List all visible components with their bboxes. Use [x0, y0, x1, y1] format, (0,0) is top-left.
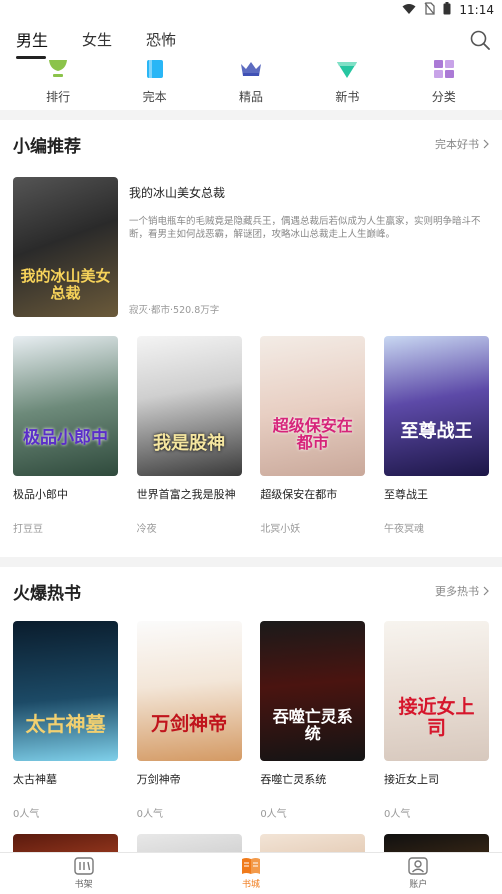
book-card[interactable]: 至尊战王 至尊战王 午夜冥魂: [383, 336, 489, 535]
hot-section: 火爆热书 更多热书 太古神墓 太古神墓 0人气 万剑神帝 万剑神帝 0人气 吞噬…: [0, 567, 502, 874]
diamond-icon: [335, 60, 359, 84]
book-author: 0人气: [136, 809, 164, 820]
more-link-label: 更多热书: [435, 585, 479, 598]
tab-male[interactable]: 男生: [16, 27, 48, 59]
category-label: 分类: [431, 90, 456, 104]
search-icon[interactable]: [470, 30, 490, 54]
book-card[interactable]: 吞噬亡灵系统 吞噬亡灵系统 0人气: [260, 621, 366, 820]
category-label: 精品: [238, 90, 263, 104]
category-label: 完本: [142, 90, 167, 104]
nav-label: 账户: [409, 880, 428, 890]
book-card[interactable]: 万剑神帝 万剑神帝 0人气: [136, 621, 242, 820]
crown-icon: [240, 60, 262, 84]
no-sim-icon: [424, 2, 436, 18]
category-new[interactable]: 新书: [317, 60, 377, 105]
category-premium[interactable]: 精品: [221, 60, 281, 105]
cover-title: 我的冰山美女总裁: [20, 267, 111, 302]
book-card[interactable]: 极品小郎中 极品小郎中 打豆豆: [13, 336, 118, 535]
cover-title: 至尊战王: [400, 421, 473, 443]
chevron-right-icon: [483, 586, 489, 596]
cover-title: 吞噬亡灵系统: [272, 706, 353, 744]
book-title: 超级保安在都市: [260, 488, 338, 501]
category-label: 排行: [46, 90, 71, 104]
featured-info: 我的冰山美女总裁 一个销电瓶车的毛贼竟是隐藏兵王，偶遇总裁后若似成为人生赢家，实…: [118, 177, 489, 325]
book-title: 接近女上司: [383, 773, 439, 786]
category-types[interactable]: 分类: [414, 60, 474, 105]
book-meta: 寂灭·都市·520.8万字: [129, 305, 220, 316]
book-icon: [145, 60, 165, 84]
wifi-icon: [402, 3, 416, 18]
book-author: 0人气: [383, 809, 411, 820]
book-card[interactable]: 接近女上司 接近女上司 0人气: [383, 621, 489, 820]
book-cover: 吞噬亡灵系统: [260, 621, 366, 761]
section-header: 小编推荐 完本好书: [13, 120, 489, 168]
battery-icon: [443, 2, 451, 18]
book-cover: 至尊战王: [383, 336, 489, 476]
category-label: 新书: [335, 90, 360, 104]
book-cover: 万剑神帝: [136, 621, 242, 761]
more-link[interactable]: 更多热书: [435, 583, 489, 599]
book-title: 世界首富之我是股神: [136, 488, 236, 501]
tab-horror[interactable]: 恐怖: [146, 29, 176, 52]
book-author: 0人气: [260, 809, 287, 820]
book-title: 极品小郎中: [13, 488, 68, 501]
book-title: 吞噬亡灵系统: [260, 773, 327, 786]
recommend-section: 小编推荐 完本好书 我的冰山美女总裁 我的冰山美女总裁 一个销电瓶车的毛贼竟是隐…: [0, 120, 502, 557]
book-title: 太古神墓: [13, 773, 57, 786]
book-card[interactable]: 我是股神 世界首富之我是股神 冷夜: [136, 336, 242, 535]
book-title: 至尊战王: [383, 488, 428, 501]
status-bar: 11:14: [0, 0, 502, 20]
account-icon: [408, 857, 429, 875]
book-title: 我的冰山美女总裁: [129, 186, 226, 200]
book-card[interactable]: 太古神墓 太古神墓 0人气: [13, 621, 118, 820]
nav-bookshelf[interactable]: 书架: [44, 857, 124, 890]
book-grid: 太古神墓 太古神墓 0人气 万剑神帝 万剑神帝 0人气 吞噬亡灵系统 吞噬亡灵系…: [13, 621, 489, 820]
cover-title: 万剑神帝: [151, 713, 228, 736]
bookshelf-icon: [73, 857, 94, 875]
nav-label: 书架: [74, 880, 93, 890]
more-link[interactable]: 完本好书: [435, 136, 489, 152]
bookstore-icon: [241, 858, 260, 874]
book-author: 冷夜: [136, 524, 157, 535]
cover-title: 超级保安在都市: [272, 415, 353, 453]
cover-title: 太古神墓: [25, 712, 106, 736]
book-grid: 极品小郎中 极品小郎中 打豆豆 我是股神 世界首富之我是股神 冷夜 超级保安在都…: [13, 336, 489, 535]
book-card[interactable]: 超级保安在都市 超级保安在都市 北冥小妖: [260, 336, 366, 535]
cover-title: 极品小郎中: [23, 428, 108, 449]
cover-title: 接近女上司: [398, 696, 475, 740]
top-tab-bar: 男生 女生 恐怖: [0, 20, 502, 60]
nav-bookstore[interactable]: 书城: [211, 857, 291, 890]
chevron-right-icon: [483, 139, 489, 149]
nav-label: 书城: [241, 880, 260, 890]
section-title: 小编推荐: [13, 136, 81, 157]
section-title: 火爆热书: [13, 583, 81, 604]
book-cover: 我是股神: [136, 336, 242, 476]
book-description: 一个销电瓶车的毛贼竟是隐藏兵王，偶遇总裁后若似成为人生赢家，实则明争暗斗不断，看…: [129, 216, 481, 240]
book-cover: 太古神墓: [13, 621, 118, 761]
category-ranking[interactable]: 排行: [28, 60, 88, 105]
tab-female[interactable]: 女生: [82, 29, 112, 52]
category-row: 排行 完本 精品 新书 分类: [0, 60, 502, 110]
category-finished[interactable]: 完本: [125, 60, 185, 105]
nav-account[interactable]: 账户: [378, 857, 458, 890]
bottom-nav: 书架 书城 账户: [0, 852, 502, 894]
book-cover: 我的冰山美女总裁: [13, 177, 118, 317]
book-author: 打豆豆: [13, 524, 43, 535]
book-author: 北冥小妖: [260, 524, 301, 535]
section-header: 火爆热书 更多热书: [13, 567, 489, 615]
book-title: 万剑神帝: [136, 773, 181, 786]
trophy-icon: [46, 60, 70, 84]
status-time: 11:14: [459, 3, 494, 17]
featured-book[interactable]: 我的冰山美女总裁 我的冰山美女总裁 一个销电瓶车的毛贼竟是隐藏兵王，偶遇总裁后若…: [13, 177, 489, 325]
more-link-label: 完本好书: [435, 138, 479, 151]
book-author: 0人气: [13, 809, 40, 820]
book-cover: 极品小郎中: [13, 336, 118, 476]
cover-title: 我是股神: [153, 433, 226, 455]
book-cover: 接近女上司: [383, 621, 489, 761]
book-cover: 超级保安在都市: [260, 336, 366, 476]
grid-icon: [433, 60, 454, 84]
book-author: 午夜冥魂: [383, 524, 424, 535]
